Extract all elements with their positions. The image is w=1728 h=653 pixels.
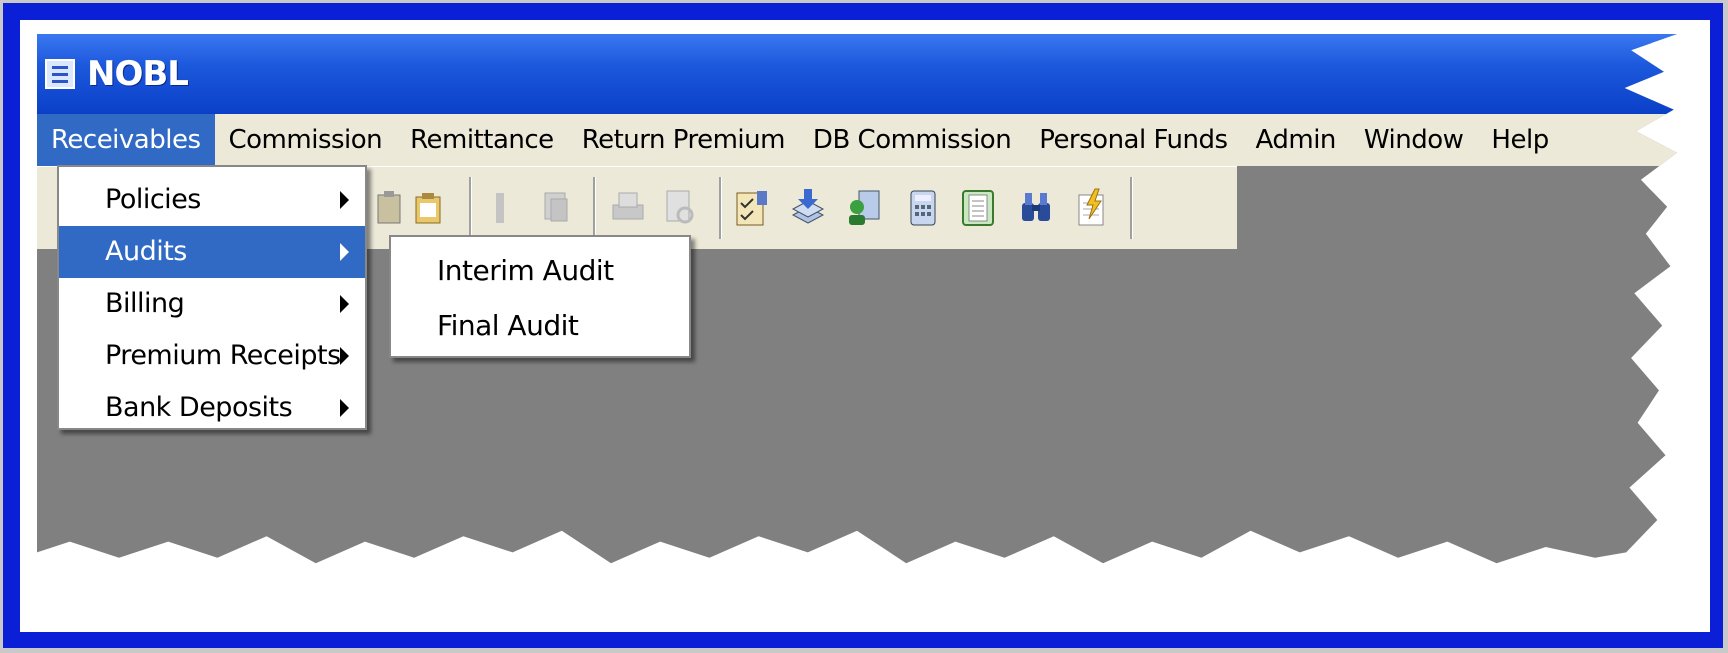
- print-icon[interactable]: [609, 187, 647, 229]
- menu-item-policies[interactable]: Policies: [59, 174, 365, 226]
- screenshot-frame: NOBL Receivables Commission Remittance R…: [3, 3, 1723, 648]
- binoculars-icon[interactable]: [1017, 187, 1055, 229]
- app-window-icon[interactable]: [45, 59, 75, 89]
- menu-db-commission[interactable]: DB Commission: [799, 114, 1025, 166]
- menu-commission[interactable]: Commission: [215, 114, 397, 166]
- menu-return-premium[interactable]: Return Premium: [568, 114, 799, 166]
- menu-personal-funds[interactable]: Personal Funds: [1025, 114, 1241, 166]
- menu-remittance[interactable]: Remittance: [396, 114, 568, 166]
- audits-submenu: Interim Audit Final Audit: [389, 235, 691, 358]
- menu-item-label: Billing: [105, 288, 185, 319]
- title-bar[interactable]: NOBL: [37, 34, 1677, 114]
- document-list-icon[interactable]: [959, 187, 997, 229]
- submenu-arrow-icon: [340, 399, 349, 417]
- menu-item-interim-audit[interactable]: Interim Audit: [391, 243, 689, 298]
- deposit-stack-icon[interactable]: [789, 187, 827, 229]
- notes-icon[interactable]: [1073, 187, 1111, 229]
- clipboard-icon[interactable]: [410, 187, 448, 229]
- audit-report-icon[interactable]: [733, 187, 771, 229]
- submenu-arrow-icon: [340, 243, 349, 261]
- submenu-arrow-icon: [340, 191, 349, 209]
- cut-icon[interactable]: [482, 187, 520, 229]
- menu-window[interactable]: Window: [1350, 114, 1478, 166]
- menu-item-billing[interactable]: Billing: [59, 278, 365, 330]
- submenu-arrow-icon: [340, 295, 349, 313]
- menu-bar: Receivables Commission Remittance Return…: [37, 114, 1677, 166]
- menu-item-bank-deposits[interactable]: Bank Deposits: [59, 382, 365, 434]
- print-preview-icon[interactable]: [661, 187, 699, 229]
- toolbar-separator: [593, 177, 596, 239]
- calculator-icon[interactable]: [903, 187, 941, 229]
- menu-receivables[interactable]: Receivables: [37, 114, 215, 166]
- application-window: NOBL Receivables Commission Remittance R…: [37, 34, 1677, 564]
- menu-help[interactable]: Help: [1477, 114, 1562, 166]
- menu-admin[interactable]: Admin: [1242, 114, 1350, 166]
- menu-item-premium-receipts[interactable]: Premium Receipts: [59, 330, 365, 382]
- submenu-arrow-icon: [340, 347, 349, 365]
- toolbar-separator: [469, 177, 472, 239]
- toolbar-separator: [719, 177, 722, 239]
- menu-item-audits[interactable]: Audits: [59, 226, 365, 278]
- menu-item-label: Premium Receipts: [105, 340, 341, 371]
- receivables-dropdown: Policies Audits Billing Premium Receipts…: [57, 165, 367, 430]
- user-report-icon[interactable]: [845, 187, 883, 229]
- menu-item-label: Policies: [105, 184, 201, 215]
- toolbar-separator: [1130, 177, 1133, 239]
- paste-icon[interactable]: [372, 187, 410, 229]
- menu-item-final-audit[interactable]: Final Audit: [391, 298, 689, 353]
- frame-inner: NOBL Receivables Commission Remittance R…: [20, 20, 1710, 632]
- menu-item-label: Bank Deposits: [105, 392, 293, 423]
- window-title: NOBL: [87, 54, 189, 94]
- copy-icon[interactable]: [537, 187, 575, 229]
- menu-item-label: Audits: [105, 236, 187, 267]
